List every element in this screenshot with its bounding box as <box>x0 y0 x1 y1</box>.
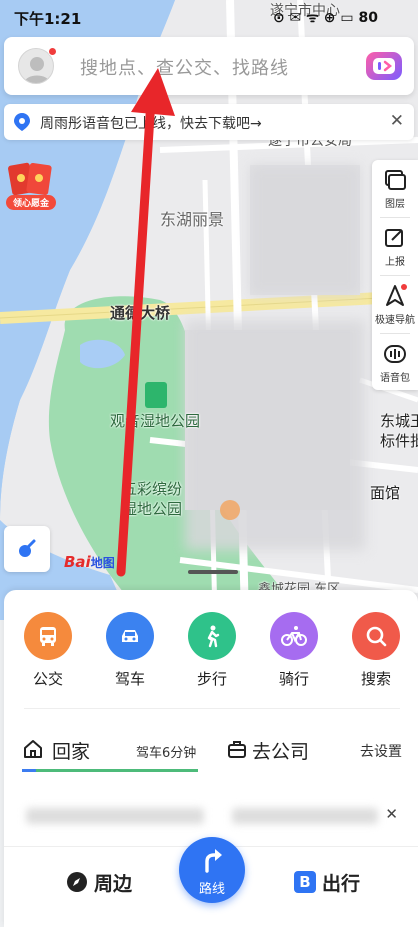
logo-du: 地图 <box>90 556 115 570</box>
walk-icon <box>188 612 236 660</box>
tool-label: 极速导航 <box>375 315 415 326</box>
map-label: 东城王 <box>380 412 418 430</box>
tool-fast-navigation[interactable]: 极速导航 <box>372 276 418 332</box>
home-icon <box>24 740 42 758</box>
notice-text[interactable]: 周雨彤语音包已上线，快去下载吧→ <box>40 113 262 133</box>
recent-places-row[interactable]: ✕ <box>22 800 398 830</box>
search-icon <box>352 612 400 660</box>
location-pin-icon <box>14 113 30 131</box>
map-label: 观音湿地公园 <box>110 412 201 430</box>
shortcut-row: 回家 驾车6分钟 去公司 去设置 <box>22 733 402 772</box>
drag-handle[interactable] <box>188 570 238 574</box>
report-icon <box>385 229 403 247</box>
tool-report[interactable]: 上报 <box>372 218 418 274</box>
car-icon <box>106 612 154 660</box>
mode-label: 驾车 <box>114 670 145 688</box>
map-label: 五彩缤纷 <box>122 480 183 498</box>
bike-icon <box>270 612 318 660</box>
voice-assistant-icon[interactable] <box>366 52 402 80</box>
mode-label: 搜索 <box>360 670 391 688</box>
redpacket-widget[interactable]: 领心愿金 <box>4 160 58 210</box>
divider <box>24 708 400 709</box>
home-eta: 驾车6分钟 <box>136 746 197 761</box>
mode-label: 公交 <box>32 670 63 688</box>
park-pin-icon[interactable] <box>145 382 167 408</box>
blurred-region <box>185 320 365 550</box>
logo-text: Bai <box>64 553 91 571</box>
route-arrow-icon <box>205 849 222 873</box>
bottom-panel[interactable]: 公交 驾车 步行 骑行 搜索 回家 驾车6分钟 去公司 去设置 ✕ 周边 路线 … <box>4 570 418 927</box>
notice-banner[interactable]: 周雨彤语音包已上线，快去下载吧→ ✕ <box>4 104 414 140</box>
mode-car[interactable]: 驾车 <box>100 612 160 689</box>
briefcase-icon <box>228 741 246 758</box>
layers-icon <box>385 170 406 190</box>
nav-label: 路线 <box>198 882 225 897</box>
nav-label: 出行 <box>322 873 361 895</box>
voice-pack-icon <box>384 345 406 363</box>
poi-pin-icon[interactable] <box>220 500 240 520</box>
bus-icon <box>24 612 72 660</box>
redpacket-label: 领心愿金 <box>6 195 56 210</box>
map-label: 东湖丽景 <box>160 210 225 229</box>
nav-label: 周边 <box>94 873 133 895</box>
locate-button[interactable] <box>4 526 50 572</box>
tool-label: 图层 <box>385 199 405 210</box>
work-shortcut[interactable]: 去公司 <box>252 737 309 764</box>
bottom-nav: 周边 路线 B 出行 <box>4 837 418 927</box>
home-shortcut[interactable]: 回家 <box>52 737 90 764</box>
setting-link[interactable]: 去设置 <box>360 741 402 761</box>
mode-search[interactable]: 搜索 <box>346 612 406 689</box>
map-tools: 图层 上报 极速导航 语音包 <box>372 160 418 390</box>
map-label: 通德大桥 <box>110 304 171 322</box>
close-icon[interactable]: ✕ <box>385 805 398 823</box>
mode-label: 骑行 <box>278 670 309 688</box>
map-label: 湿地公园 <box>122 500 183 518</box>
tool-voice-pack[interactable]: 语音包 <box>372 334 418 390</box>
travel-icon: B <box>294 871 316 893</box>
status-indicators: ⊙ ✉ ᯤ ⊕ ▭ 80 <box>272 10 378 26</box>
mode-walk[interactable]: 步行 <box>182 612 242 689</box>
search-bar[interactable]: 搜地点、查公交、找路线 <box>4 37 414 95</box>
navigation-arrow-icon <box>386 284 407 306</box>
traffic-bar-start <box>22 769 36 772</box>
compass-icon <box>67 872 87 892</box>
map-label: 标件批 <box>380 432 418 450</box>
baidu-map-logo: Bai地图 <box>64 553 115 571</box>
blurred-text <box>232 808 378 824</box>
status-bar: 下午1:21 ⊙ ✉ ᯤ ⊕ ▭ 80 <box>0 0 418 34</box>
map-label: 面馆 <box>370 484 401 502</box>
traffic-bar <box>22 769 198 772</box>
tool-label: 语音包 <box>380 373 410 384</box>
mode-bike[interactable]: 骑行 <box>264 612 324 689</box>
blurred-region <box>250 165 360 295</box>
close-icon[interactable]: ✕ <box>390 111 404 131</box>
compass-icon <box>19 539 36 557</box>
blurred-text <box>26 808 204 824</box>
mode-label: 步行 <box>196 670 227 688</box>
tool-label: 上报 <box>385 257 405 268</box>
nav-route[interactable]: 路线 <box>179 837 245 903</box>
search-input[interactable]: 搜地点、查公交、找路线 <box>80 54 289 80</box>
mode-bus[interactable]: 公交 <box>18 612 78 689</box>
tool-layers[interactable]: 图层 <box>372 160 418 216</box>
status-time: 下午1:21 <box>14 10 82 28</box>
notification-dot <box>48 47 57 56</box>
